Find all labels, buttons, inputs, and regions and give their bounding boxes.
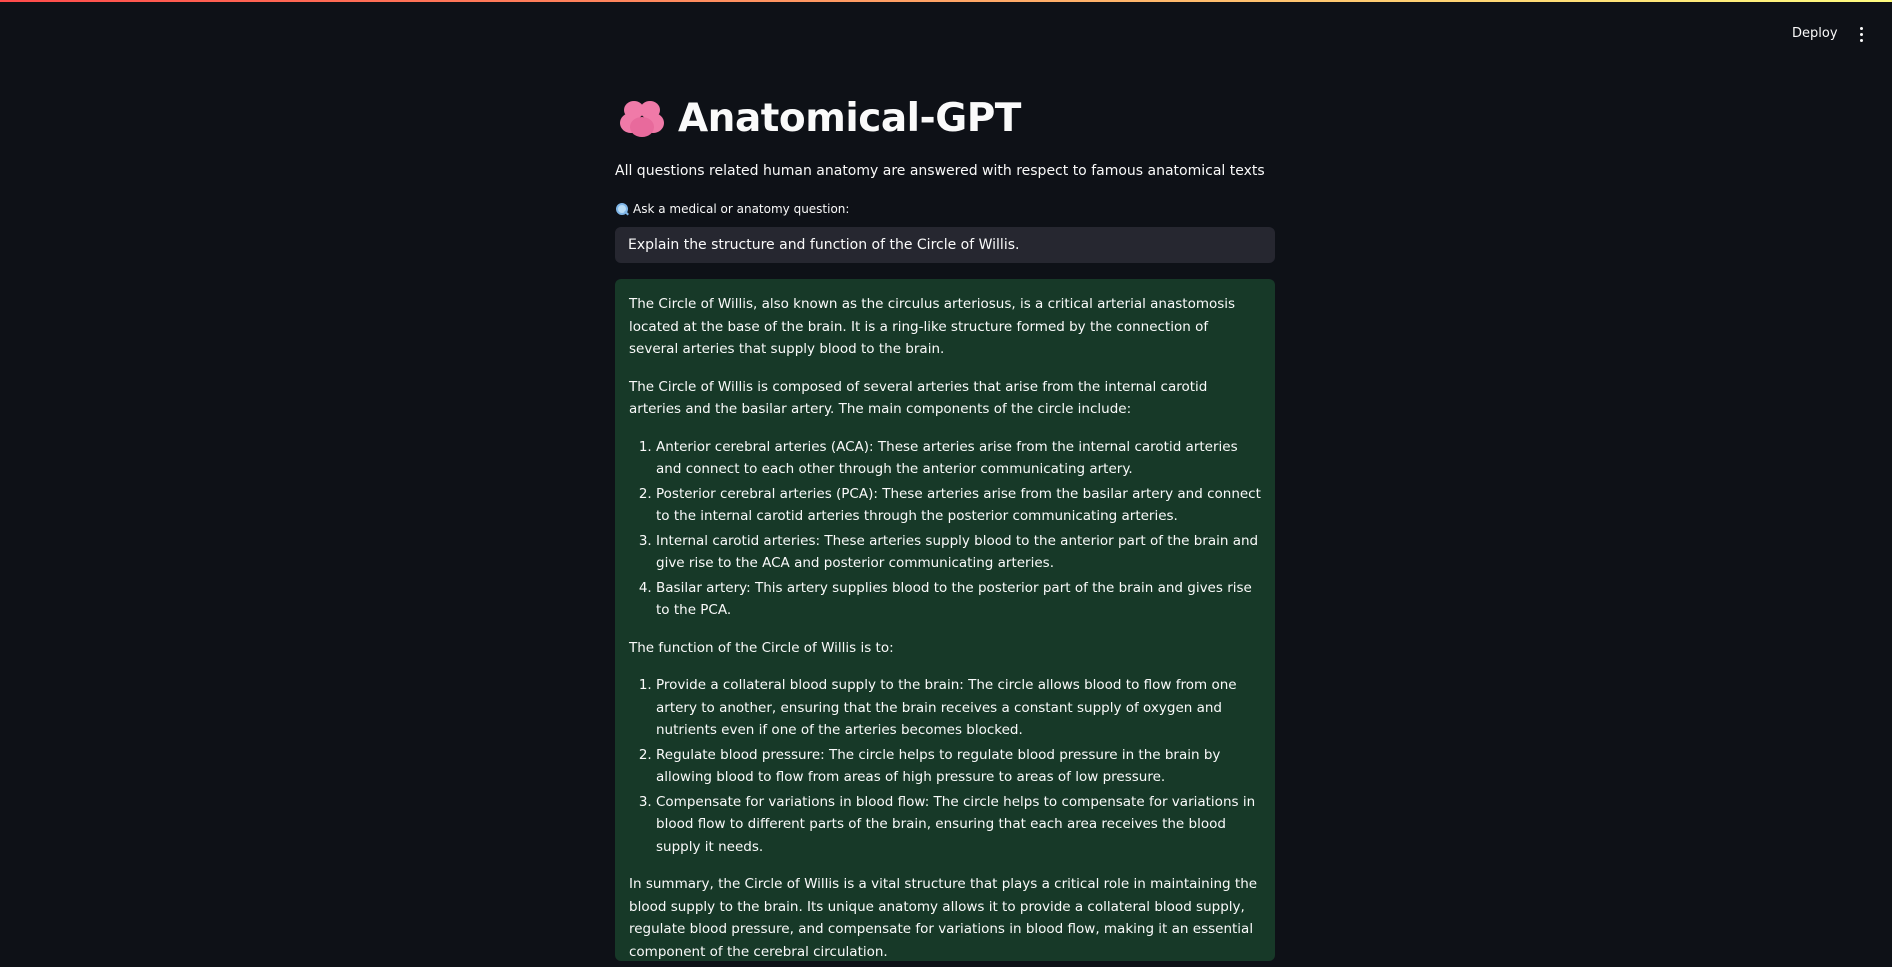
magnifying-glass-icon [616,202,629,216]
brain-icon [620,99,664,139]
vertical-ellipsis-icon[interactable] [1850,22,1872,46]
list-item: Anterior cerebral arteries (ACA): These … [656,436,1261,481]
list-item: Regulate blood pressure: The circle help… [656,744,1261,789]
answer-box: The Circle of Willis, also known as the … [615,279,1275,961]
answer-paragraph: The function of the Circle of Willis is … [629,639,894,656]
components-list: Anterior cerebral arteries (ACA): These … [656,436,1261,622]
answer-paragraph: The Circle of Willis, also known as the … [629,296,1236,357]
app-header: Deploy [0,0,1892,60]
answer-paragraph: The Circle of Willis is composed of seve… [629,378,1208,418]
list-item: Internal carotid arteries: These arterie… [656,530,1261,575]
answer-paragraph: In summary, the Circle of Willis is a vi… [629,876,1258,960]
question-input-label-text: Ask a medical or anatomy question: [633,202,850,216]
list-item: Compensate for variations in blood flow:… [656,791,1261,859]
title-row: Anatomical-GPT [620,96,1021,141]
page-subtitle: All questions related human anatomy are … [615,163,1265,179]
question-input[interactable] [615,227,1275,263]
question-input-label: Ask a medical or anatomy question: [616,202,849,216]
functions-list: Provide a collateral blood supply to the… [656,674,1261,858]
deploy-button[interactable]: Deploy [1786,22,1844,45]
page-title: Anatomical-GPT [678,96,1021,141]
list-item: Basilar artery: This artery supplies blo… [656,577,1261,622]
list-item: Provide a collateral blood supply to the… [656,674,1261,742]
list-item: Posterior cerebral arteries (PCA): These… [656,483,1261,528]
